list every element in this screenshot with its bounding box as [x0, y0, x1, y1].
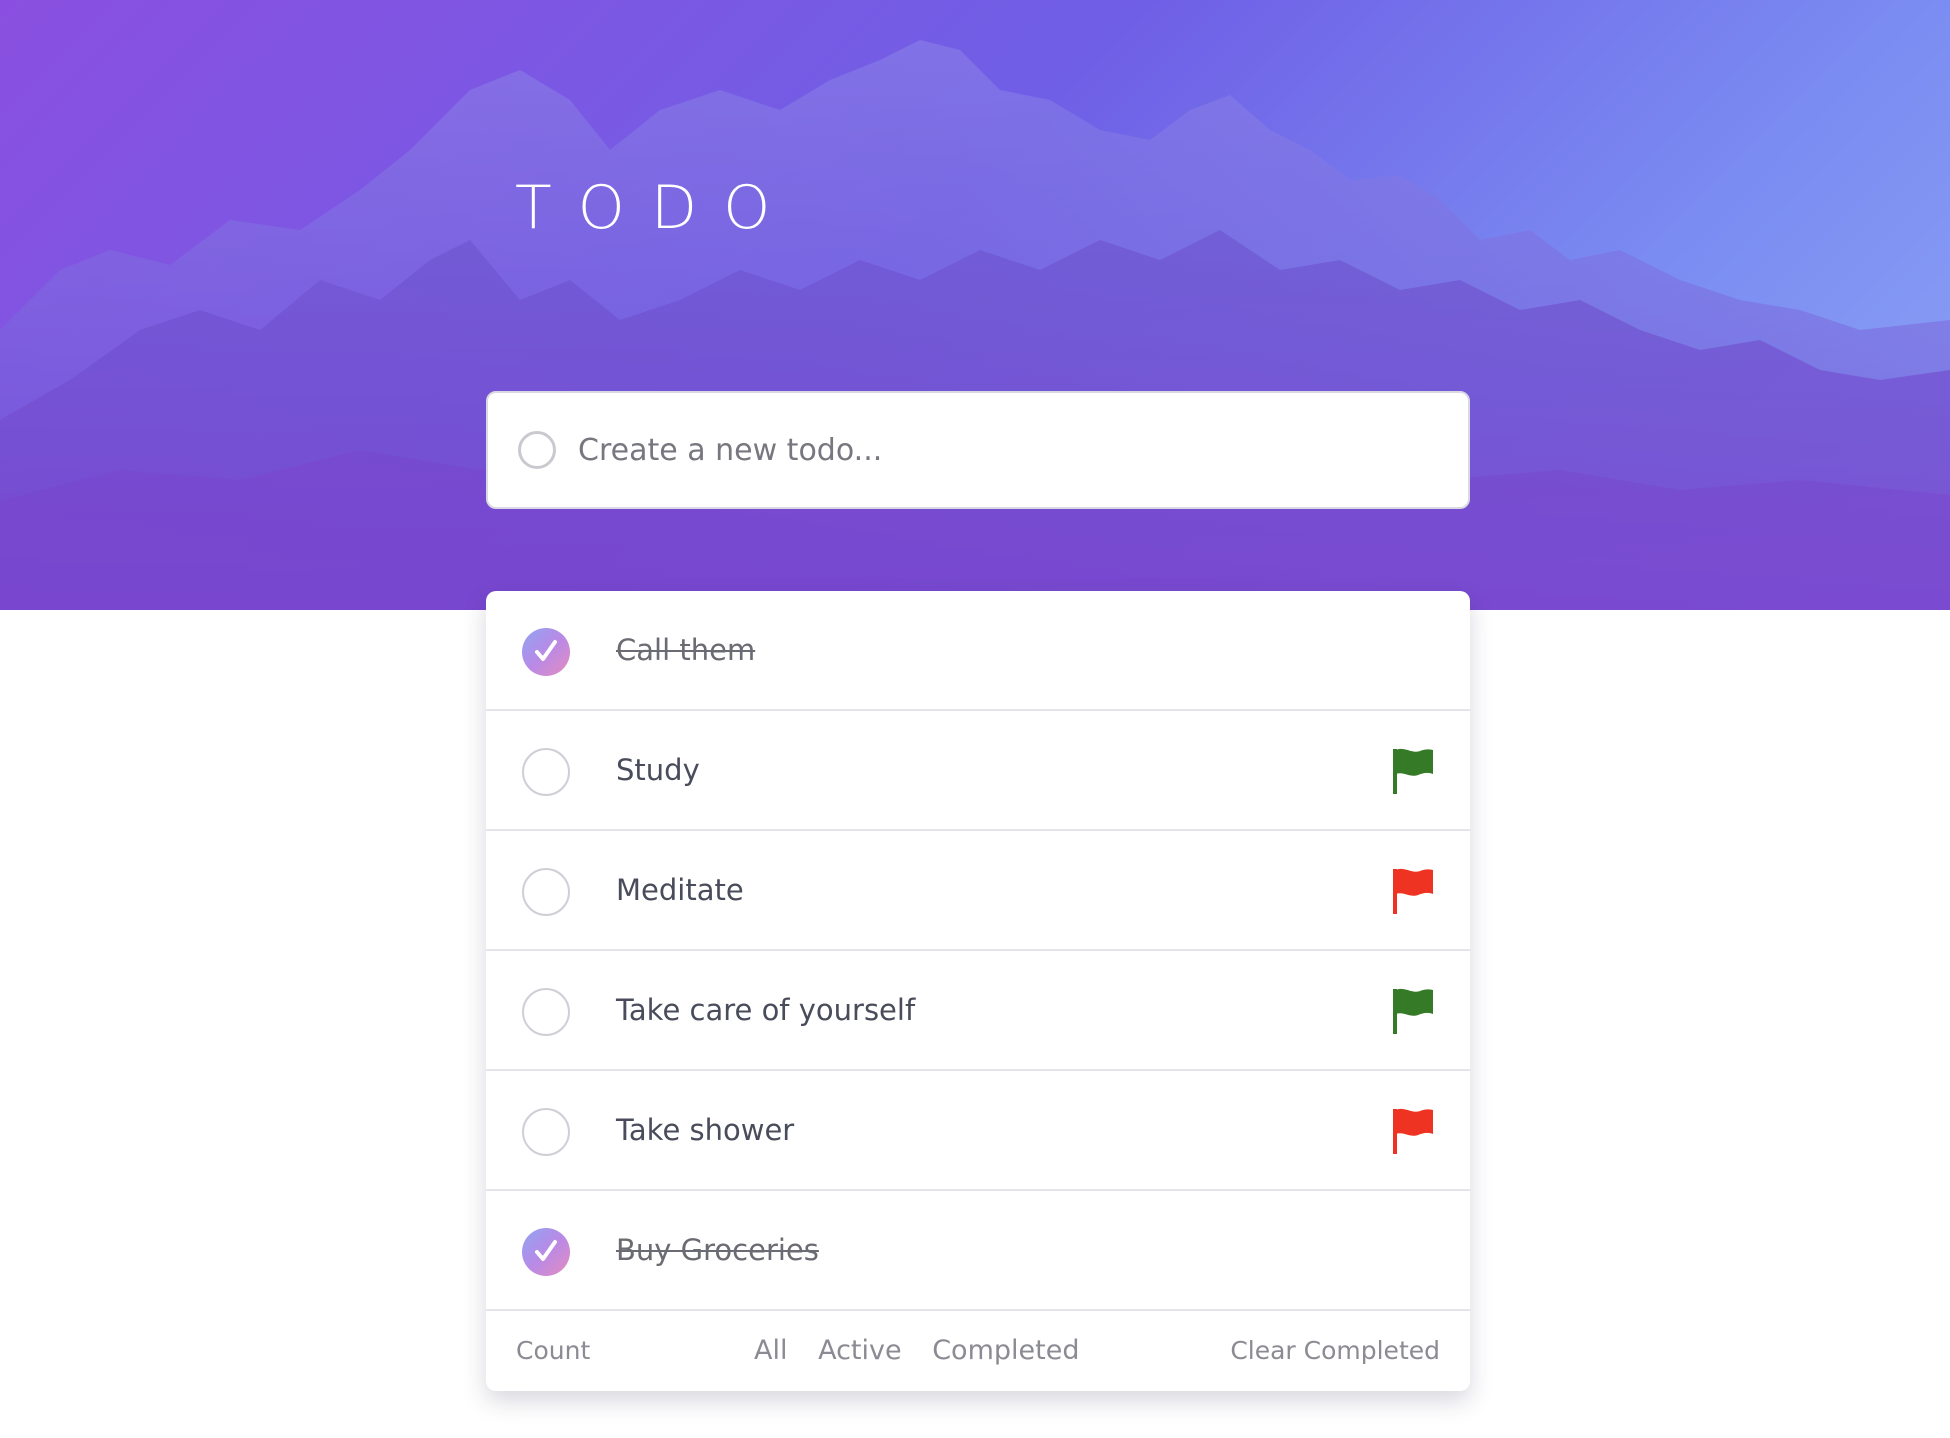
todo-text: Meditate — [616, 873, 744, 907]
filter-tabs: All Active Completed — [754, 1311, 1101, 1391]
todo-count: Count — [516, 1336, 591, 1365]
green-flag-icon[interactable] — [1390, 986, 1436, 1036]
clear-completed-button[interactable]: Clear Completed — [1230, 1311, 1440, 1391]
new-todo-box — [486, 391, 1470, 509]
todo-checkbox[interactable] — [522, 868, 570, 916]
filter-completed[interactable]: Completed — [932, 1335, 1079, 1366]
mountain-background-image — [0, 40, 1950, 610]
todo-item[interactable]: Take shower — [486, 1071, 1470, 1191]
todo-item[interactable]: Buy Groceries — [486, 1191, 1470, 1311]
filter-all[interactable]: All — [754, 1335, 787, 1366]
new-todo-input[interactable] — [578, 419, 1438, 481]
checkmark-icon — [535, 1240, 557, 1261]
todo-item[interactable]: Meditate — [486, 831, 1470, 951]
todo-text: Take shower — [616, 1113, 795, 1147]
hero-banner: TODO — [0, 0, 1950, 610]
todo-text: Take care of yourself — [616, 993, 916, 1027]
circle-icon — [518, 431, 556, 469]
todo-text: Study — [616, 753, 700, 787]
todo-rows: Call them Study Meditate Take care of yours… — [486, 591, 1470, 1311]
green-flag-icon[interactable] — [1390, 746, 1436, 796]
todo-item[interactable]: Take care of yourself — [486, 951, 1470, 1071]
filter-active[interactable]: Active — [818, 1335, 902, 1366]
todo-checkbox[interactable] — [522, 1108, 570, 1156]
todo-text: Call them — [616, 633, 756, 667]
todo-item[interactable]: Call them — [486, 591, 1470, 711]
todo-checkbox[interactable] — [522, 988, 570, 1036]
completed-checkbox[interactable] — [522, 628, 570, 676]
todo-checkbox[interactable] — [522, 748, 570, 796]
app-title: TODO — [515, 173, 797, 243]
checkmark-icon — [535, 640, 557, 661]
red-flag-icon[interactable] — [1390, 866, 1436, 916]
completed-checkbox[interactable] — [522, 1228, 570, 1276]
todo-list: Call them Study Meditate Take care of yours… — [486, 591, 1470, 1391]
list-footer: Count All Active Completed Clear Complet… — [486, 1311, 1470, 1391]
todo-item[interactable]: Study — [486, 711, 1470, 831]
todo-text: Buy Groceries — [616, 1233, 819, 1267]
red-flag-icon[interactable] — [1390, 1106, 1436, 1156]
